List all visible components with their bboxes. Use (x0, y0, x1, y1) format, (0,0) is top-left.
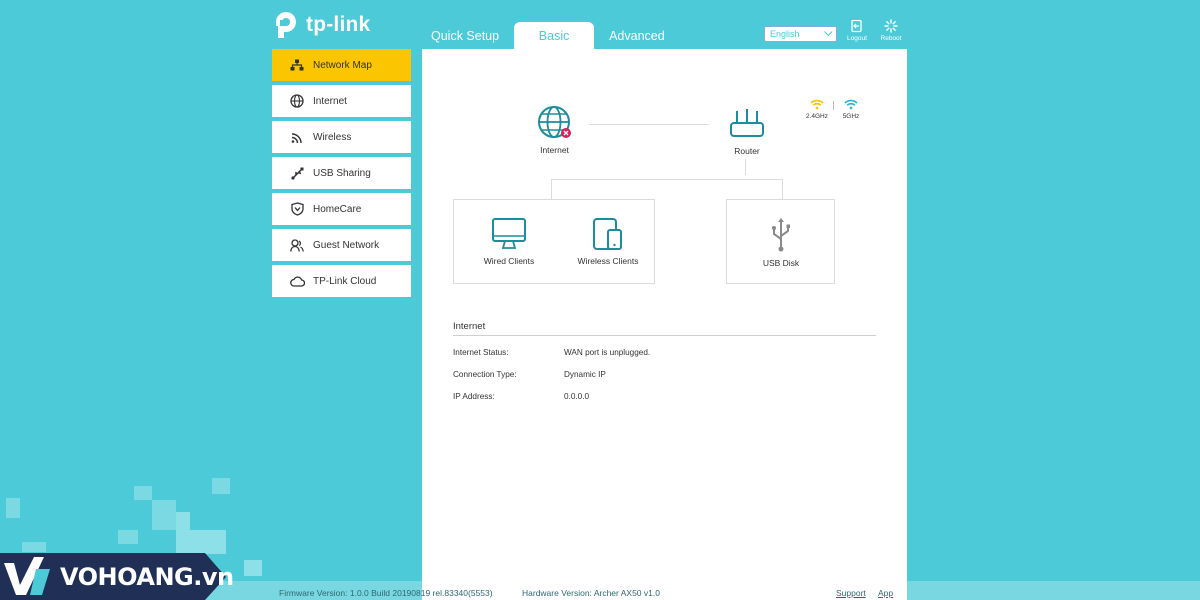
info-row-ip-address: IP Address: 0.0.0.0 (453, 392, 589, 401)
decorative-square (176, 512, 190, 530)
connector-line (745, 159, 746, 175)
sidebar-item-label: HomeCare (313, 203, 362, 215)
decorative-square (118, 530, 138, 544)
tab-basic[interactable]: Basic (514, 22, 595, 49)
sidebar-item-wireless[interactable]: Wireless (272, 121, 411, 153)
band-24ghz-label: 2.4GHz (805, 113, 829, 120)
sidebar-item-label: Network Map (313, 59, 372, 71)
sidebar-item-guest-network[interactable]: Guest Network (272, 229, 411, 261)
wireless-clients-node[interactable]: Wireless Clients (572, 217, 644, 266)
info-row-internet-status: Internet Status: WAN port is unplugged. (453, 348, 650, 357)
usb-disk-label: USB Disk (762, 258, 800, 268)
tp-link-logo-mark (276, 12, 296, 38)
brand-name: tp-link (306, 13, 371, 36)
connector-line (589, 124, 709, 125)
app-link[interactable]: App (878, 588, 893, 598)
decorative-square (244, 560, 262, 576)
sidebar-item-network-map[interactable]: Network Map (272, 49, 411, 81)
section-divider (453, 335, 876, 336)
sidebar-item-label: Internet (313, 95, 347, 107)
wifi-5ghz-icon (844, 99, 858, 110)
info-label: Internet Status: (453, 348, 509, 357)
info-label: Connection Type: (453, 370, 517, 379)
internet-node[interactable]: Internet (532, 103, 577, 155)
connector-line (551, 179, 783, 180)
sidebar-item-label: Wireless (313, 131, 352, 143)
sidebar-item-tp-link-cloud[interactable]: TP-Link Cloud (272, 265, 411, 297)
hardware-version: Hardware Version: Archer AX50 v1.0 (522, 588, 660, 598)
globe-icon (289, 93, 305, 109)
decorative-square (212, 478, 230, 494)
language-select[interactable]: English (764, 26, 837, 42)
tab-quick-setup[interactable]: Quick Setup (420, 22, 510, 49)
wireless-clients-label: Wireless Clients (577, 256, 639, 266)
decorative-square (152, 500, 176, 530)
band-5ghz-label: 5GHz (842, 113, 860, 120)
shield-icon (289, 201, 305, 217)
usb-icon (772, 218, 790, 252)
sidebar-item-label: USB Sharing (313, 167, 371, 179)
router-icon (730, 109, 764, 137)
sidebar: Network Map Internet Wireless USB Sharin… (272, 49, 411, 301)
support-link[interactable]: Support (836, 588, 866, 598)
decorative-square (134, 486, 152, 500)
chevron-down-icon (824, 27, 833, 37)
info-label: IP Address: (453, 392, 495, 401)
monitor-icon (492, 218, 526, 249)
tp-link-logo[interactable]: tp-link (272, 10, 370, 40)
band-divider (833, 101, 834, 110)
main-panel: Internet Router 2.4GHz 5GHz Wired Client… (422, 49, 907, 600)
sidebar-item-internet[interactable]: Internet (272, 85, 411, 117)
sidebar-item-label: TP-Link Cloud (313, 275, 377, 287)
reboot-icon (884, 19, 898, 33)
decorative-square (22, 542, 46, 552)
connector-line (782, 179, 783, 199)
reboot-label: Reboot (880, 35, 902, 42)
wifi-24ghz-icon (810, 99, 824, 110)
app-link-wrap: App (878, 588, 893, 598)
firmware-version: Firmware Version: 1.0.0 Build 20190819 r… (279, 588, 493, 598)
cloud-icon (289, 273, 305, 289)
reboot-button[interactable]: Reboot (877, 19, 905, 42)
globe-icon (537, 106, 571, 138)
mobile-devices-icon (593, 218, 622, 250)
sidebar-item-label: Guest Network (313, 239, 380, 251)
network-map-icon (289, 57, 305, 73)
logout-icon (851, 19, 862, 33)
watermark-text: VOHOANG.vn (60, 563, 234, 591)
wired-clients-node[interactable]: Wired Clients (478, 217, 540, 266)
usb-disk-node[interactable]: USB Disk (752, 217, 810, 268)
internet-label: Internet (540, 145, 569, 155)
info-value: WAN port is unplugged. (564, 348, 651, 357)
band-24ghz[interactable]: 2.4GHz (802, 99, 832, 120)
watermark: VOHOANG.vn (0, 553, 234, 600)
guest-icon (289, 237, 305, 253)
logout-button[interactable]: Logout (843, 19, 871, 42)
decorative-square (6, 498, 20, 518)
info-value: Dynamic IP (564, 370, 606, 379)
router-label: Router (734, 146, 760, 156)
logout-label: Logout (847, 35, 867, 42)
wired-clients-label: Wired Clients (483, 256, 535, 266)
wifi-icon (289, 129, 305, 145)
info-value: 0.0.0.0 (564, 392, 590, 401)
info-row-connection-type: Connection Type: Dynamic IP (453, 370, 606, 379)
sidebar-item-usb-sharing[interactable]: USB Sharing (272, 157, 411, 189)
support-link-wrap: Support (836, 588, 866, 598)
main-tabs: Quick Setup Basic Advanced (420, 22, 676, 49)
internet-section-title: Internet (453, 321, 486, 332)
tab-advanced[interactable]: Advanced (598, 22, 676, 49)
language-selected: English (770, 29, 800, 39)
decorative-square (176, 530, 226, 554)
connector-line (551, 179, 552, 199)
usb-icon (289, 165, 305, 181)
band-5ghz[interactable]: 5GHz (836, 99, 866, 120)
router-node[interactable]: Router (722, 107, 772, 156)
sidebar-item-homecare[interactable]: HomeCare (272, 193, 411, 225)
